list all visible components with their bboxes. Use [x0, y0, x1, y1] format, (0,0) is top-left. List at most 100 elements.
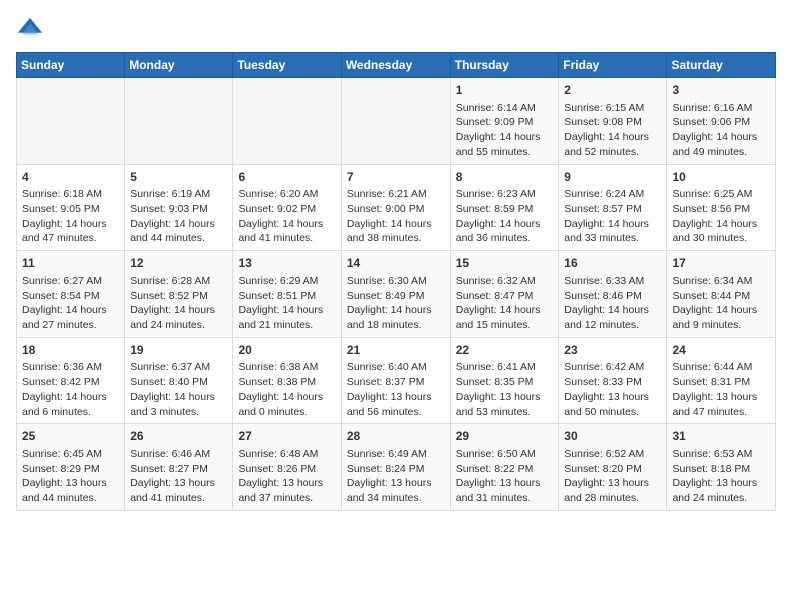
day-details: Sunrise: 6:40 AM Sunset: 8:37 PM Dayligh… — [347, 360, 445, 419]
day-details: Sunrise: 6:45 AM Sunset: 8:29 PM Dayligh… — [22, 447, 119, 506]
calendar-header-row: SundayMondayTuesdayWednesdayThursdayFrid… — [17, 53, 776, 78]
day-details: Sunrise: 6:24 AM Sunset: 8:57 PM Dayligh… — [564, 187, 661, 246]
day-details: Sunrise: 6:28 AM Sunset: 8:52 PM Dayligh… — [130, 274, 227, 333]
calendar-cell: 11 Sunrise: 6:27 AM Sunset: 8:54 PM Dayli… — [17, 251, 125, 338]
day-details: Sunrise: 6:30 AM Sunset: 8:49 PM Dayligh… — [347, 274, 445, 333]
logo-icon — [16, 16, 44, 44]
day-details: Sunrise: 6:34 AM Sunset: 8:44 PM Dayligh… — [672, 274, 770, 333]
calendar-cell: 5Sunrise: 6:19 AM Sunset: 9:03 PM Daylig… — [125, 164, 233, 251]
day-number: 1 — [456, 82, 554, 99]
calendar-cell: 4Sunrise: 6:18 AM Sunset: 9:05 PM Daylig… — [17, 164, 125, 251]
calendar-cell: 19Sunrise: 6:37 AM Sunset: 8:40 PM Dayli… — [125, 337, 233, 424]
day-of-week-saturday: Saturday — [667, 53, 776, 78]
day-details: Sunrise: 6:25 AM Sunset: 8:56 PM Dayligh… — [672, 187, 770, 246]
calendar-cell: 28 Sunrise: 6:49 AM Sunset: 8:24 PM Dayli… — [341, 424, 450, 511]
day-number: 19 — [130, 342, 227, 359]
day-details: Sunrise: 6:18 AM Sunset: 9:05 PM Dayligh… — [22, 187, 119, 246]
calendar-week-5: 25 Sunrise: 6:45 AM Sunset: 8:29 PM Dayli… — [17, 424, 776, 511]
day-number: 9 — [564, 169, 661, 186]
day-details: Sunrise: 6:19 AM Sunset: 9:03 PM Dayligh… — [130, 187, 227, 246]
calendar-cell: 30 Sunrise: 6:52 AM Sunset: 8:20 PM Dayli… — [559, 424, 667, 511]
day-number: 3 — [672, 82, 770, 99]
day-number: 23 — [564, 342, 661, 359]
day-of-week-monday: Monday — [125, 53, 233, 78]
day-number: 16 — [564, 255, 661, 272]
day-details: Sunrise: 6:33 AM Sunset: 8:46 PM Dayligh… — [564, 274, 661, 333]
day-details: Sunrise: 6:44 AM Sunset: 8:31 PM Dayligh… — [672, 360, 770, 419]
day-number: 8 — [456, 169, 554, 186]
day-number: 12 — [130, 255, 227, 272]
calendar-cell: 15Sunrise: 6:32 AM Sunset: 8:47 PM Dayli… — [450, 251, 559, 338]
day-number: 5 — [130, 169, 227, 186]
day-number: 10 — [672, 169, 770, 186]
calendar-week-4: 18Sunrise: 6:36 AM Sunset: 8:42 PM Dayli… — [17, 337, 776, 424]
calendar-cell: 7Sunrise: 6:21 AM Sunset: 9:00 PM Daylig… — [341, 164, 450, 251]
calendar-cell: 17 Sunrise: 6:34 AM Sunset: 8:44 PM Dayli… — [667, 251, 776, 338]
calendar-cell: 27Sunrise: 6:48 AM Sunset: 8:26 PM Dayli… — [233, 424, 341, 511]
day-number: 29 — [456, 428, 554, 445]
day-details: Sunrise: 6:50 AM Sunset: 8:22 PM Dayligh… — [456, 447, 554, 506]
day-details: Sunrise: 6:48 AM Sunset: 8:26 PM Dayligh… — [238, 447, 335, 506]
day-details: Sunrise: 6:14 AM Sunset: 9:09 PM Dayligh… — [456, 101, 554, 160]
calendar-cell: 9Sunrise: 6:24 AM Sunset: 8:57 PM Daylig… — [559, 164, 667, 251]
day-of-week-tuesday: Tuesday — [233, 53, 341, 78]
day-number: 22 — [456, 342, 554, 359]
day-number: 13 — [238, 255, 335, 272]
calendar-cell: 3Sunrise: 6:16 AM Sunset: 9:06 PM Daylig… — [667, 78, 776, 165]
day-number: 28 — [347, 428, 445, 445]
calendar-cell: 18Sunrise: 6:36 AM Sunset: 8:42 PM Dayli… — [17, 337, 125, 424]
calendar-cell: 12 Sunrise: 6:28 AM Sunset: 8:52 PM Dayli… — [125, 251, 233, 338]
day-number: 11 — [22, 255, 119, 272]
day-number: 6 — [238, 169, 335, 186]
calendar-cell: 8Sunrise: 6:23 AM Sunset: 8:59 PM Daylig… — [450, 164, 559, 251]
calendar-cell: 26Sunrise: 6:46 AM Sunset: 8:27 PM Dayli… — [125, 424, 233, 511]
calendar-cell: 14Sunrise: 6:30 AM Sunset: 8:49 PM Dayli… — [341, 251, 450, 338]
day-number: 18 — [22, 342, 119, 359]
calendar-week-1: 1 Sunrise: 6:14 AM Sunset: 9:09 PM Daylig… — [17, 78, 776, 165]
calendar-cell: 21Sunrise: 6:40 AM Sunset: 8:37 PM Dayli… — [341, 337, 450, 424]
calendar-cell: 25 Sunrise: 6:45 AM Sunset: 8:29 PM Dayli… — [17, 424, 125, 511]
day-details: Sunrise: 6:21 AM Sunset: 9:00 PM Dayligh… — [347, 187, 445, 246]
calendar-week-3: 11 Sunrise: 6:27 AM Sunset: 8:54 PM Dayli… — [17, 251, 776, 338]
day-number: 20 — [238, 342, 335, 359]
calendar-cell — [17, 78, 125, 165]
day-number: 4 — [22, 169, 119, 186]
day-details: Sunrise: 6:42 AM Sunset: 8:33 PM Dayligh… — [564, 360, 661, 419]
day-details: Sunrise: 6:15 AM Sunset: 9:08 PM Dayligh… — [564, 101, 661, 160]
calendar-table: SundayMondayTuesdayWednesdayThursdayFrid… — [16, 52, 776, 511]
calendar-cell: 20Sunrise: 6:38 AM Sunset: 8:38 PM Dayli… — [233, 337, 341, 424]
calendar-cell: 23Sunrise: 6:42 AM Sunset: 8:33 PM Dayli… — [559, 337, 667, 424]
day-number: 17 — [672, 255, 770, 272]
calendar-cell — [341, 78, 450, 165]
calendar-cell: 29 Sunrise: 6:50 AM Sunset: 8:22 PM Dayli… — [450, 424, 559, 511]
calendar-week-2: 4Sunrise: 6:18 AM Sunset: 9:05 PM Daylig… — [17, 164, 776, 251]
calendar-cell: 10Sunrise: 6:25 AM Sunset: 8:56 PM Dayli… — [667, 164, 776, 251]
day-of-week-sunday: Sunday — [17, 53, 125, 78]
day-of-week-friday: Friday — [559, 53, 667, 78]
day-details: Sunrise: 6:20 AM Sunset: 9:02 PM Dayligh… — [238, 187, 335, 246]
calendar-cell: 13 Sunrise: 6:29 AM Sunset: 8:51 PM Dayli… — [233, 251, 341, 338]
day-details: Sunrise: 6:23 AM Sunset: 8:59 PM Dayligh… — [456, 187, 554, 246]
day-number: 31 — [672, 428, 770, 445]
day-number: 24 — [672, 342, 770, 359]
day-number: 30 — [564, 428, 661, 445]
logo — [16, 16, 48, 44]
day-details: Sunrise: 6:27 AM Sunset: 8:54 PM Dayligh… — [22, 274, 119, 333]
day-details: Sunrise: 6:37 AM Sunset: 8:40 PM Dayligh… — [130, 360, 227, 419]
day-number: 2 — [564, 82, 661, 99]
day-details: Sunrise: 6:52 AM Sunset: 8:20 PM Dayligh… — [564, 447, 661, 506]
calendar-cell: 16 Sunrise: 6:33 AM Sunset: 8:46 PM Dayli… — [559, 251, 667, 338]
calendar-cell: 6Sunrise: 6:20 AM Sunset: 9:02 PM Daylig… — [233, 164, 341, 251]
day-details: Sunrise: 6:49 AM Sunset: 8:24 PM Dayligh… — [347, 447, 445, 506]
calendar-cell: 31Sunrise: 6:53 AM Sunset: 8:18 PM Dayli… — [667, 424, 776, 511]
day-number: 21 — [347, 342, 445, 359]
day-details: Sunrise: 6:29 AM Sunset: 8:51 PM Dayligh… — [238, 274, 335, 333]
calendar-cell: 24Sunrise: 6:44 AM Sunset: 8:31 PM Dayli… — [667, 337, 776, 424]
day-number: 25 — [22, 428, 119, 445]
day-details: Sunrise: 6:36 AM Sunset: 8:42 PM Dayligh… — [22, 360, 119, 419]
calendar-cell — [125, 78, 233, 165]
calendar-cell — [233, 78, 341, 165]
calendar-cell: 1 Sunrise: 6:14 AM Sunset: 9:09 PM Daylig… — [450, 78, 559, 165]
day-of-week-thursday: Thursday — [450, 53, 559, 78]
day-of-week-wednesday: Wednesday — [341, 53, 450, 78]
